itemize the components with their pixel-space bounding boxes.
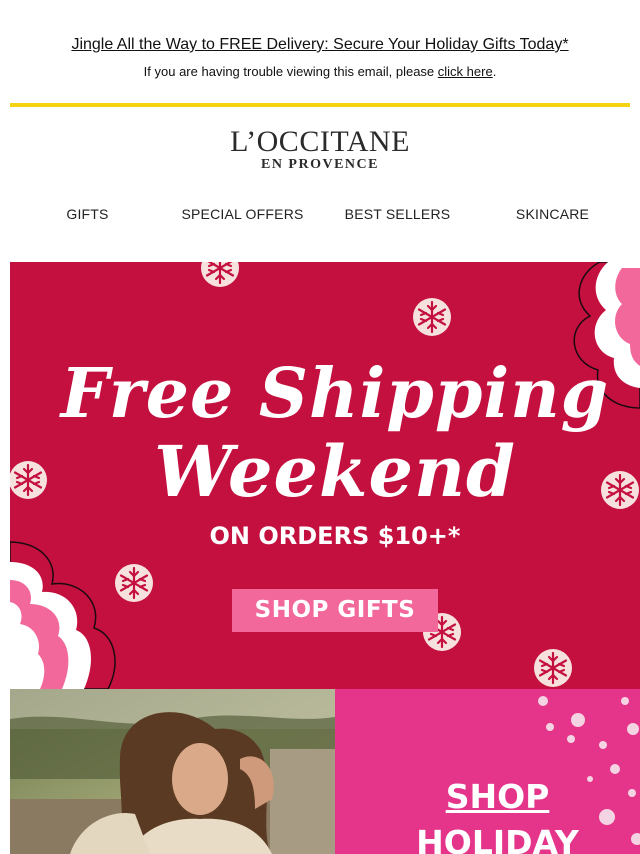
snowflake-icon	[411, 296, 453, 338]
shop-holiday-link-line1[interactable]: SHOP	[335, 777, 640, 816]
click-here-link[interactable]: click here	[438, 64, 493, 79]
hero-title-line1: Free Shipping	[60, 354, 610, 434]
nav-item-best-sellers[interactable]: BEST SELLERS	[320, 206, 475, 222]
shop-holiday-panel[interactable]: SHOP HOLIDAY	[335, 689, 640, 854]
divider	[10, 103, 630, 107]
shop-holiday-link-line2[interactable]: HOLIDAY	[335, 823, 640, 854]
main-nav: GIFTS SPECIAL OFFERS BEST SELLERS SKINCA…	[10, 206, 630, 222]
cloud-swirl-icon	[10, 541, 116, 689]
hero-title-line2: Weekend	[154, 430, 516, 513]
trouble-viewing-notice: If you are having trouble viewing this e…	[0, 64, 640, 79]
trouble-end: .	[492, 64, 497, 79]
hero-banner[interactable]: Free Shipping Weekend ON ORDERS $10+* SH…	[10, 262, 640, 689]
nav-item-skincare[interactable]: SKINCARE	[475, 206, 630, 222]
brand-name: L’OCCITANE	[230, 125, 410, 158]
preheader-headline-link[interactable]: Jingle All the Way to FREE Delivery: Sec…	[71, 36, 568, 54]
brand-subtitle: EN PROVENCE	[260, 157, 379, 172]
snowflake-icon	[199, 262, 241, 289]
nav-item-special-offers[interactable]: SPECIAL OFFERS	[165, 206, 320, 222]
hero-subtitle: ON ORDERS $10+*	[209, 522, 461, 550]
snowflake-icon	[532, 647, 574, 689]
snowflake-icon	[113, 562, 155, 604]
model-photo[interactable]	[10, 689, 335, 854]
preheader: Jingle All the Way to FREE Delivery: Sec…	[0, 36, 640, 54]
model-photo-image	[10, 689, 335, 854]
trouble-text: If you are having trouble viewing this e…	[143, 64, 438, 79]
shop-gifts-button[interactable]: SHOP GIFTS	[232, 589, 438, 632]
nav-item-gifts[interactable]: GIFTS	[10, 206, 165, 222]
brand-logo[interactable]: L’OCCITANE EN PROVENCE	[0, 126, 640, 172]
